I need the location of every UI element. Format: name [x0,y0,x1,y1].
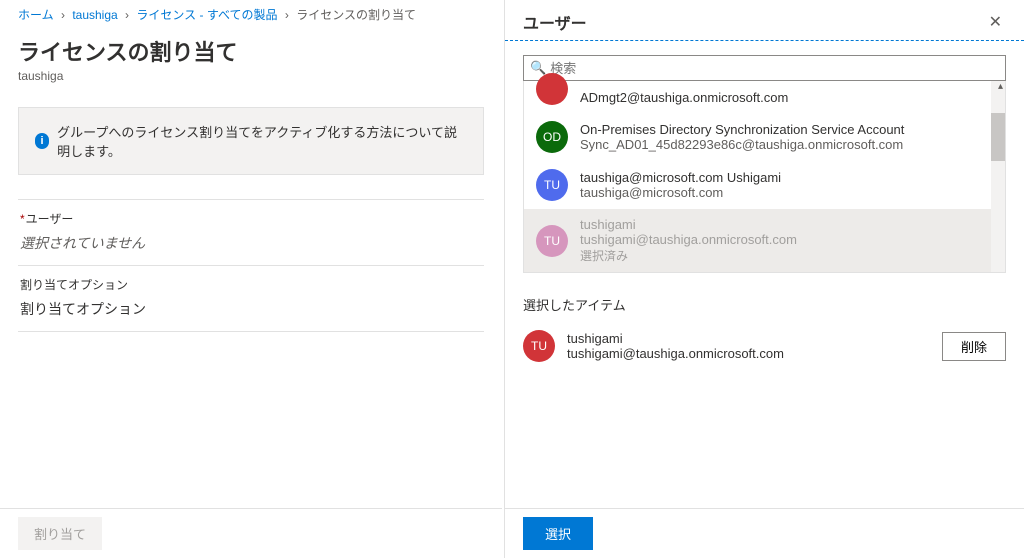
info-text: グループへのライセンス割り当てをアクティブ化する方法について説明します。 [57,122,467,160]
breadcrumb-current: ライセンスの割り当て [296,8,416,22]
remove-button[interactable]: 削除 [942,332,1006,361]
blade-body: 🔍 ▴ ADmgt2@taushiga.onmicrosoft.com OD O… [505,51,1024,508]
user-section[interactable]: *ユーザー 選択されていません [18,199,484,266]
info-callout: i グループへのライセンス割り当てをアクティブ化する方法について説明します。 [18,107,484,175]
user-list-item[interactable]: OD On-Premises Directory Synchronization… [524,113,1005,161]
selected-item-row: TU tushigami tushigami@taushiga.onmicros… [523,330,1006,362]
user-name: ADmgt2@taushiga.onmicrosoft.com [580,90,788,105]
user-name: taushiga@microsoft.com Ushigami [580,170,781,185]
user-list-item-selected: TU tushigami tushigami@taushiga.onmicros… [524,209,1005,272]
user-list: ▴ ADmgt2@taushiga.onmicrosoft.com OD On-… [523,81,1006,273]
blade-title: ユーザー [523,10,587,34]
user-label: *ユーザー [20,210,482,227]
blade-header: ユーザー ✕ [505,0,1024,40]
blade-footer: 選択 [505,508,1024,558]
chevron-right-icon: › [61,8,65,22]
avatar: TU [536,169,568,201]
close-icon[interactable]: ✕ [985,10,1006,34]
assignment-options-value: 割り当てオプション [20,299,482,319]
avatar: TU [523,330,555,362]
breadcrumb-licenses[interactable]: ライセンス - すべての製品 [136,8,277,22]
selected-user-email: tushigami@taushiga.onmicrosoft.com [567,346,930,361]
chevron-right-icon: › [285,8,289,22]
search-field[interactable]: 🔍 [523,55,1006,81]
user-email: tushigami@taushiga.onmicrosoft.com [580,232,797,247]
selected-user-name: tushigami [567,331,930,346]
user-list-item[interactable]: ADmgt2@taushiga.onmicrosoft.com [524,81,1005,113]
avatar [536,73,568,105]
user-email: Sync_AD01_45d82293e86c@taushiga.onmicros… [580,137,904,152]
chevron-right-icon: › [125,8,129,22]
user-picker-blade: ユーザー ✕ 🔍 ▴ ADmgt2@taushiga.onmicrosoft.c… [504,0,1024,558]
avatar: TU [536,225,568,257]
select-button[interactable]: 選択 [523,517,593,550]
license-assign-panel: ホーム › taushiga › ライセンス - すべての製品 › ライセンスの… [0,0,502,558]
scrollbar-track[interactable]: ▴ [991,81,1005,272]
info-icon: i [35,133,49,149]
breadcrumb: ホーム › taushiga › ライセンス - すべての製品 › ライセンスの… [18,4,484,29]
breadcrumb-tenant[interactable]: taushiga [72,8,117,22]
breadcrumb-home[interactable]: ホーム [18,8,54,22]
search-input[interactable] [550,61,999,76]
page-header: ライセンスの割り当て taushiga [18,35,484,83]
left-footer: 割り当て [0,508,502,558]
scroll-up-icon[interactable]: ▴ [998,81,1003,92]
user-email: taushiga@microsoft.com [580,185,781,200]
assignment-options-label: 割り当てオプション [20,276,482,293]
blade-divider [505,40,1024,41]
user-name: tushigami [580,217,797,232]
user-list-item[interactable]: TU taushiga@microsoft.com Ushigami taush… [524,161,1005,209]
page-title: ライセンスの割り当て [18,35,484,67]
avatar: OD [536,121,568,153]
assign-button: 割り当て [18,517,102,550]
page-subtitle: taushiga [18,69,484,83]
assignment-options-section[interactable]: 割り当てオプション 割り当てオプション [18,266,484,332]
already-selected-label: 選択済み [580,247,797,264]
search-icon: 🔍 [530,60,546,76]
scrollbar-thumb[interactable] [991,113,1005,161]
selected-items-header: 選択したアイテム [523,295,1006,314]
user-placeholder: 選択されていません [20,233,482,253]
user-name: On-Premises Directory Synchronization Se… [580,122,904,137]
